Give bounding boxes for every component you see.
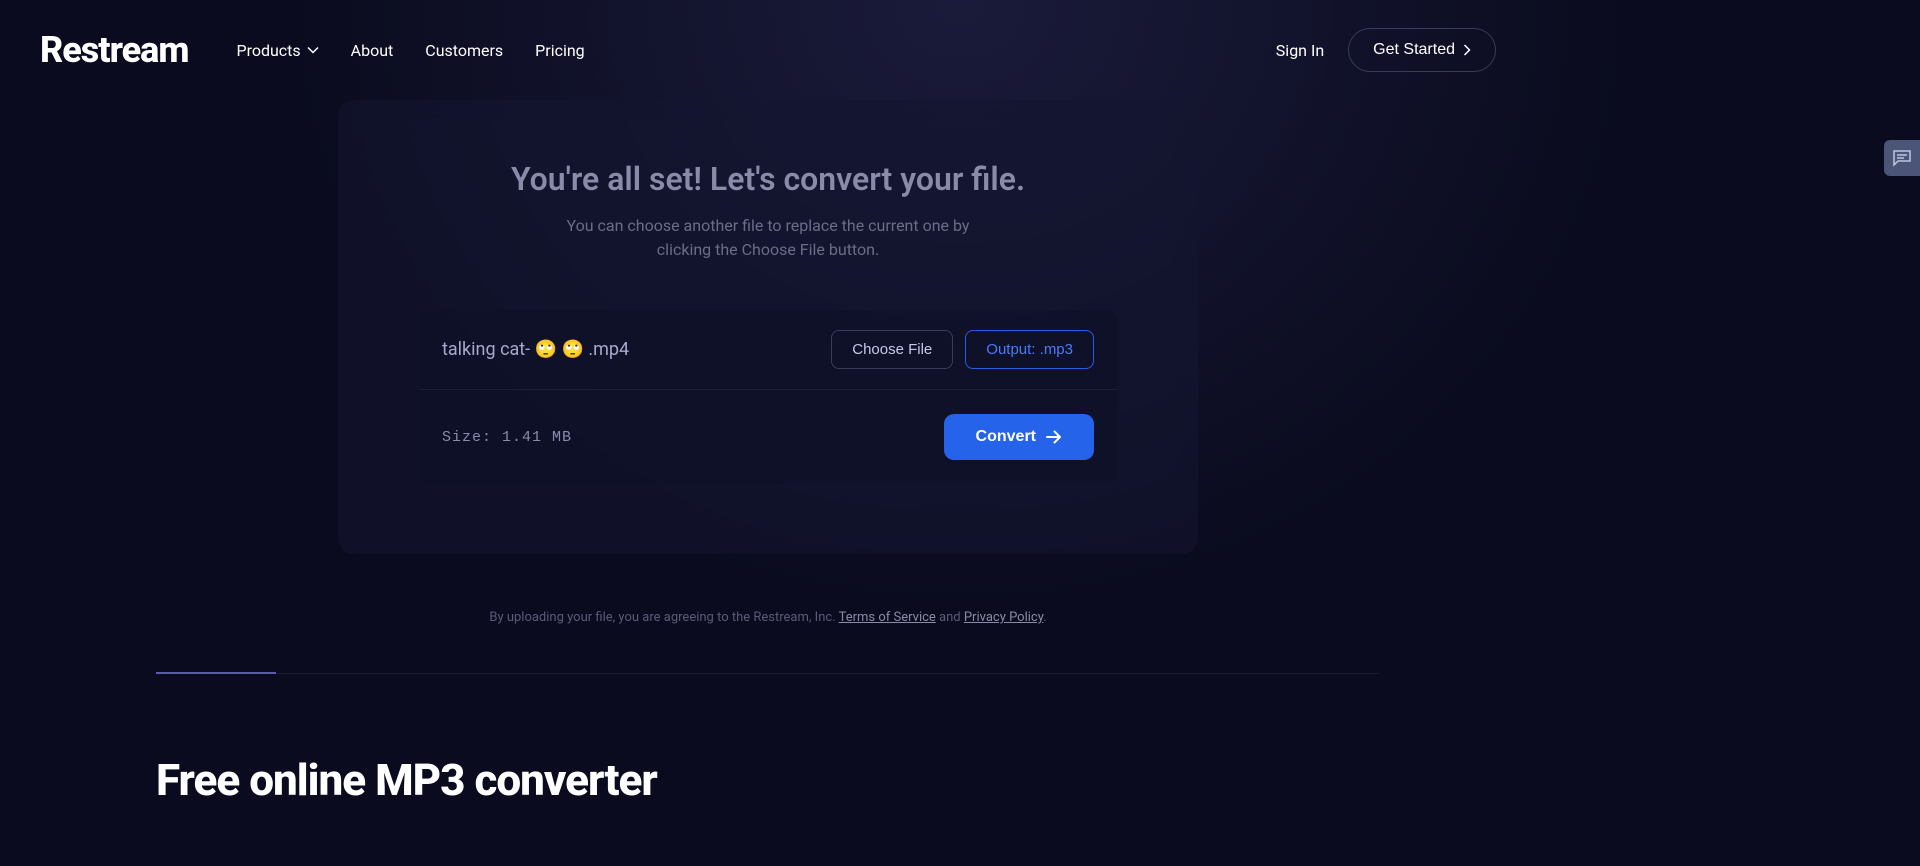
- convert-button[interactable]: Convert: [944, 414, 1094, 460]
- section-divider: [156, 673, 1380, 674]
- legal-suffix: .: [1043, 610, 1046, 625]
- legal-and: and: [936, 610, 964, 625]
- chat-widget-button[interactable]: [1884, 140, 1920, 176]
- file-row: talking cat- 🙄 🙄 .mp4 Choose File Output…: [418, 310, 1118, 390]
- nav-pricing[interactable]: Pricing: [535, 41, 585, 60]
- nav-products-label: Products: [236, 41, 300, 60]
- nav-about[interactable]: About: [351, 41, 394, 60]
- header-left: Restream Products About Customers Pricin…: [40, 29, 585, 71]
- nav-customers[interactable]: Customers: [425, 41, 503, 60]
- file-card: talking cat- 🙄 🙄 .mp4 Choose File Output…: [418, 310, 1118, 484]
- filename: talking cat- 🙄 🙄 .mp4: [442, 339, 629, 360]
- output-format-button[interactable]: Output: .mp3: [965, 330, 1094, 369]
- converter-heading: You're all set! Let's convert your file.: [418, 160, 1118, 198]
- file-actions: Choose File Output: .mp3: [831, 330, 1094, 369]
- header-right: Sign In Get Started: [1276, 28, 1496, 72]
- terms-link[interactable]: Terms of Service: [839, 610, 936, 625]
- converter-panel: You're all set! Let's convert your file.…: [338, 100, 1198, 554]
- convert-label: Convert: [976, 428, 1036, 446]
- chevron-right-icon: [1463, 44, 1471, 56]
- get-started-label: Get Started: [1373, 41, 1455, 59]
- size-row: Size: 1.41 MB Convert: [418, 390, 1118, 484]
- logo[interactable]: Restream: [40, 29, 188, 71]
- page-title: Free online MP3 converter: [156, 754, 1380, 806]
- legal-text: By uploading your file, you are agreeing…: [0, 610, 1536, 625]
- privacy-link[interactable]: Privacy Policy: [964, 610, 1043, 625]
- choose-file-button[interactable]: Choose File: [831, 330, 953, 369]
- file-size: Size: 1.41 MB: [442, 429, 572, 446]
- main-nav: Products About Customers Pricing: [236, 41, 584, 60]
- chat-icon: [1892, 149, 1912, 167]
- sign-in-link[interactable]: Sign In: [1276, 41, 1324, 60]
- converter-subheading: You can choose another file to replace t…: [548, 214, 988, 262]
- header: Restream Products About Customers Pricin…: [0, 0, 1536, 100]
- get-started-button[interactable]: Get Started: [1348, 28, 1496, 72]
- arrow-right-icon: [1046, 430, 1062, 444]
- chevron-down-icon: [307, 46, 319, 54]
- legal-prefix: By uploading your file, you are agreeing…: [489, 610, 838, 625]
- nav-products[interactable]: Products: [236, 41, 318, 60]
